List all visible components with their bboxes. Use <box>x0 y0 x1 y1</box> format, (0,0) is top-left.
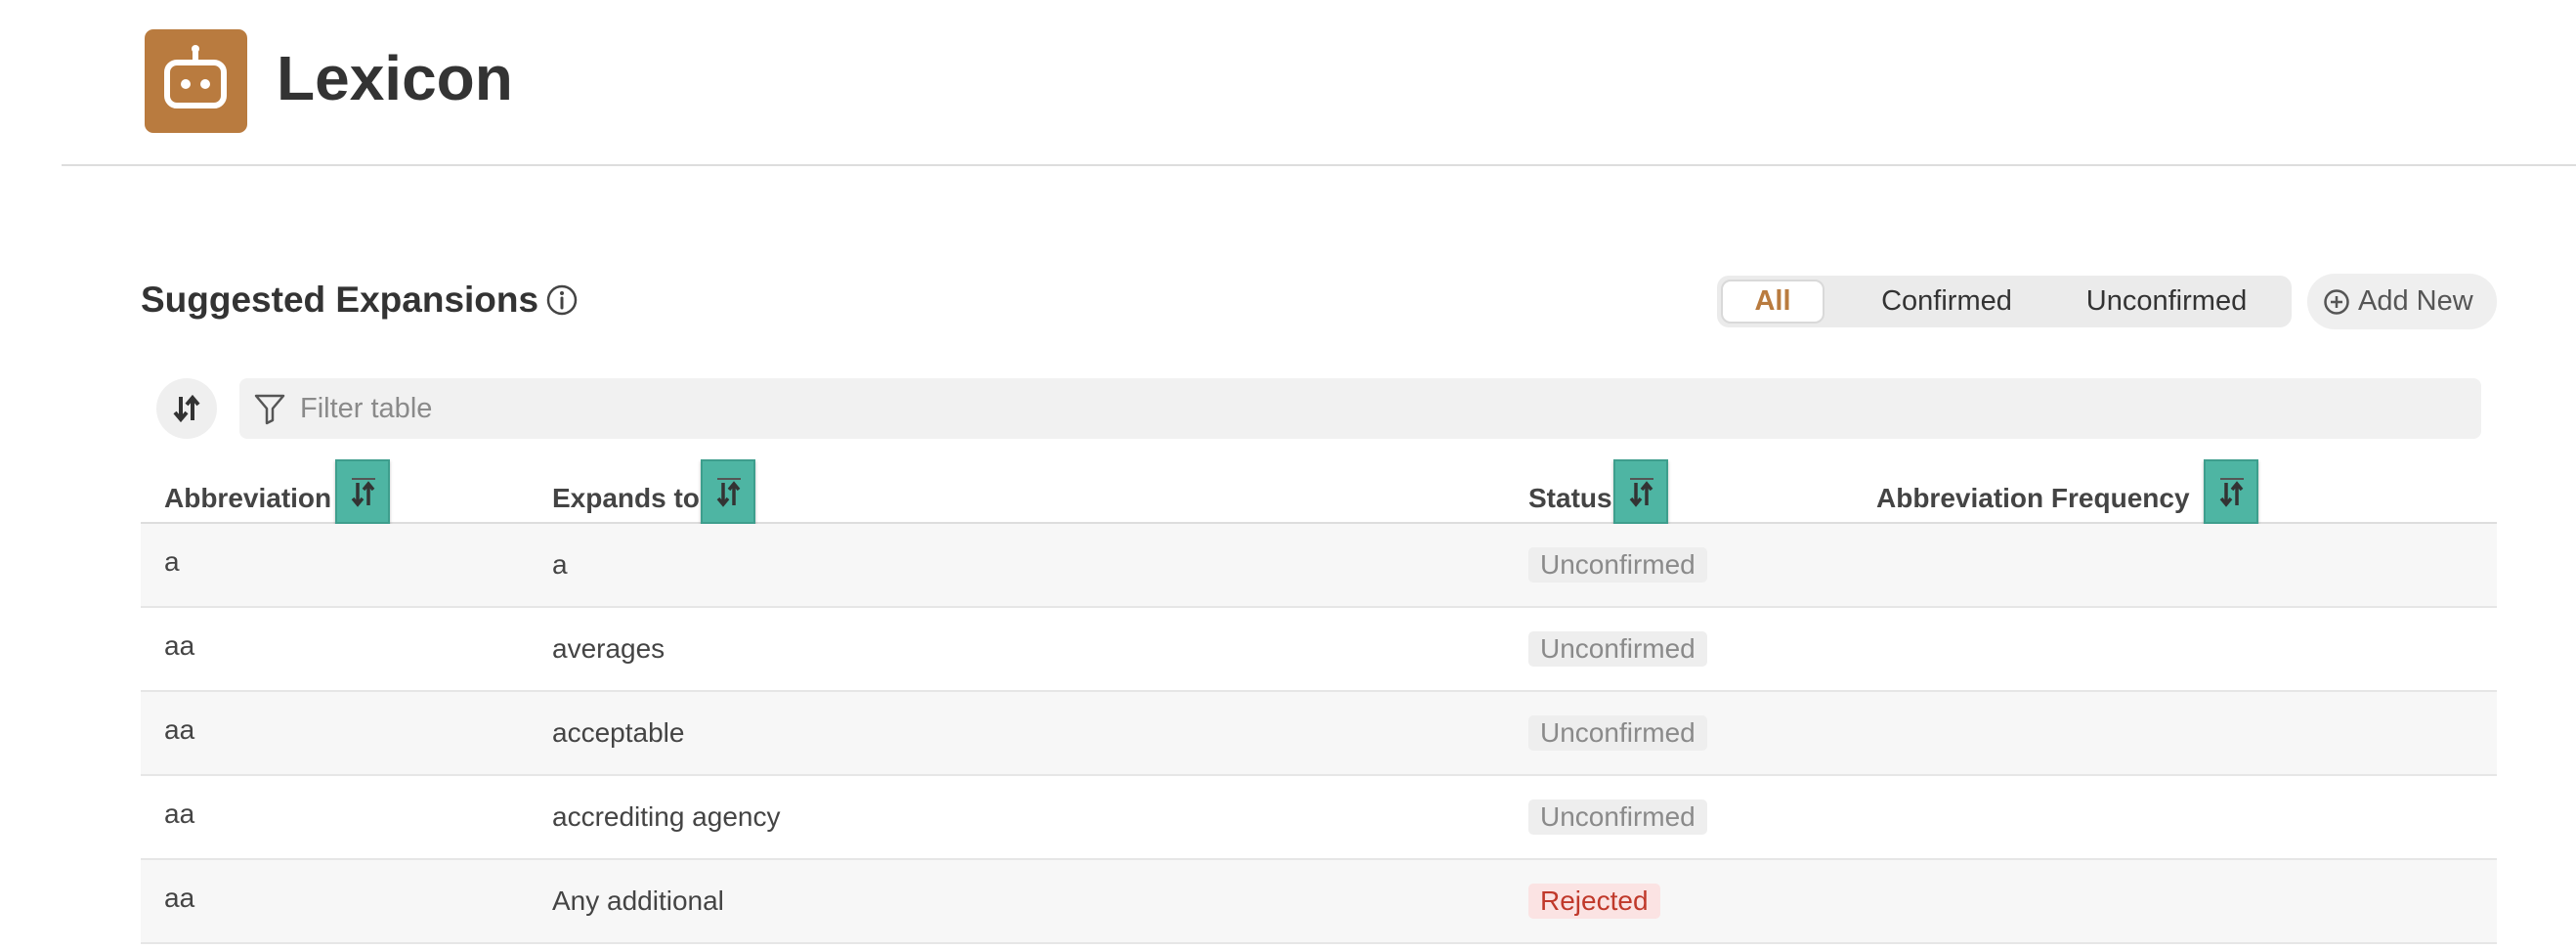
sort-toggle-button[interactable] <box>156 378 217 439</box>
cell-status: Unconfirmed <box>1528 631 1707 667</box>
cell-abbreviation: a <box>164 546 180 577</box>
cell-expands-to: a <box>552 549 568 580</box>
cell-expands-to: Any additional <box>552 885 724 916</box>
sort-arrows-icon <box>173 394 200 423</box>
column-header-status: Status <box>1528 483 1612 513</box>
add-new-label: Add New <box>2358 285 2473 317</box>
column-header-abbreviation: Abbreviation <box>164 483 332 513</box>
status-badge: Unconfirmed <box>1528 547 1707 583</box>
table-row[interactable]: a a Unconfirmed <box>141 524 2497 608</box>
column-header-expands-to: Expands to <box>552 483 700 513</box>
status-filter-segmented-control: All Confirmed Unconfirmed <box>1717 276 2292 327</box>
table-row[interactable]: aa acceptable Unconfirmed <box>141 692 2497 776</box>
status-badge: Unconfirmed <box>1528 715 1707 751</box>
column-header-abbreviation-frequency: Abbreviation Frequency <box>1876 483 2190 513</box>
section-title: Suggested Expansions <box>141 280 539 320</box>
app-title: Lexicon <box>277 43 513 113</box>
robot-icon <box>145 29 247 133</box>
cell-expands-to: averages <box>552 633 665 664</box>
header-divider <box>62 164 2576 166</box>
cell-status: Unconfirmed <box>1528 799 1707 835</box>
cell-expands-to: acceptable <box>552 717 685 748</box>
table-header: Abbreviation Expands to Status Abbreviat… <box>141 459 2497 524</box>
filter-all-button[interactable]: All <box>1721 280 1825 324</box>
table-row[interactable]: aa averages Unconfirmed <box>141 608 2497 692</box>
cell-abbreviation: aa <box>164 714 195 745</box>
cell-abbreviation: aa <box>164 630 195 661</box>
sort-icon <box>2219 478 2244 507</box>
sort-icon <box>716 478 741 507</box>
sort-expands-to-button[interactable] <box>701 459 755 524</box>
cell-status: Unconfirmed <box>1528 715 1707 751</box>
cell-status: Rejected <box>1528 884 1660 919</box>
status-badge: Unconfirmed <box>1528 799 1707 835</box>
sort-frequency-button[interactable] <box>2204 459 2258 524</box>
filter-table-input[interactable] <box>300 386 2450 431</box>
filter-unconfirmed-button[interactable]: Unconfirmed <box>2069 280 2264 324</box>
sort-abbreviation-button[interactable] <box>335 459 390 524</box>
filter-funnel-icon <box>253 392 286 425</box>
add-new-button[interactable]: Add New <box>2307 274 2497 329</box>
cell-abbreviation: aa <box>164 883 195 913</box>
plus-circle-icon <box>2323 288 2350 316</box>
filter-bar <box>239 378 2481 439</box>
sort-icon <box>1629 478 1653 507</box>
filter-confirmed-button[interactable]: Confirmed <box>1854 280 2039 324</box>
cell-abbreviation: aa <box>164 799 195 829</box>
cell-status: Unconfirmed <box>1528 547 1707 583</box>
table-body: a a Unconfirmed aa averages Unconfirmed … <box>141 524 2497 944</box>
sort-status-button[interactable] <box>1613 459 1668 524</box>
status-badge: Unconfirmed <box>1528 631 1707 667</box>
info-icon[interactable] <box>545 283 579 317</box>
table-row[interactable]: aa accrediting agency Unconfirmed <box>141 776 2497 860</box>
status-badge: Rejected <box>1528 884 1660 919</box>
cell-expands-to: accrediting agency <box>552 801 781 832</box>
table-row[interactable]: aa Any additional Rejected <box>141 860 2497 944</box>
app-header: Lexicon <box>0 0 2576 166</box>
sort-icon <box>351 478 375 507</box>
